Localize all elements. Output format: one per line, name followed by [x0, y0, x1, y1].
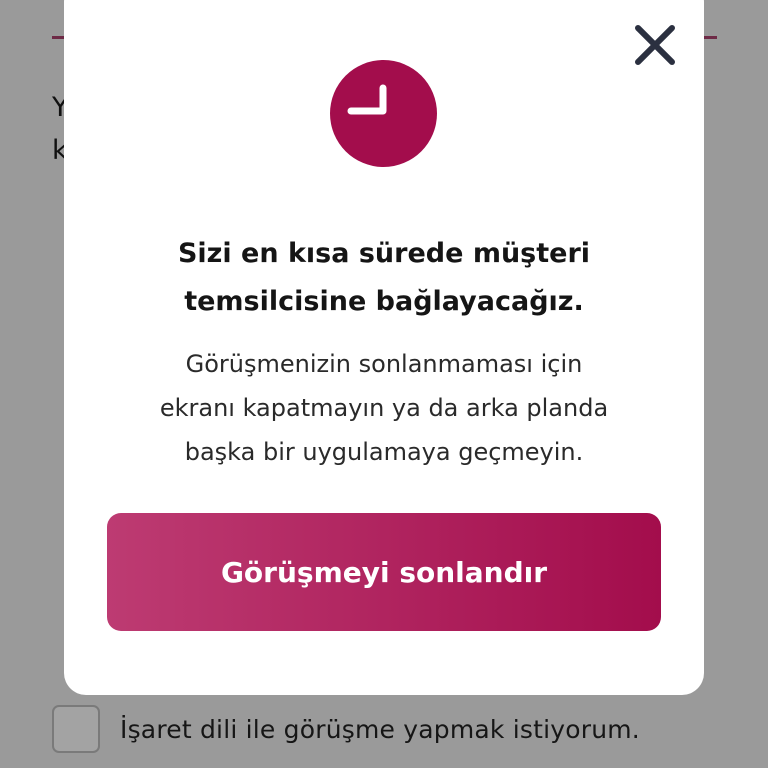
dialog-message-line-1: Görüşmenizin sonlanmaması için — [185, 350, 583, 378]
dialog-title-line-2: temsilcisine bağlayacağız. — [184, 286, 584, 317]
sign-language-option[interactable]: İşaret dili ile görüşme yapmak istiyorum… — [52, 702, 640, 756]
end-call-button[interactable]: Görüşmeyi sonlandır — [107, 513, 661, 631]
dialog-message-line-2: ekranı kapatmayın ya da arka planda — [159, 394, 609, 422]
dialog-title: Sizi en kısa sürede müşteri temsilcisine… — [124, 230, 644, 326]
screen: Y k İşaret dili ile görüşme yapmak istiy… — [0, 0, 768, 768]
dialog-message: Görüşmenizin sonlanmaması için ekranı ka… — [109, 342, 659, 474]
dialog-title-line-1: Sizi en kısa sürede müşteri — [177, 238, 591, 269]
dialog-message-line-3: başka bir uygulamaya geçmeyin. — [184, 438, 584, 466]
close-button[interactable] — [630, 20, 680, 70]
clock-icon — [330, 60, 437, 167]
sign-language-checkbox-label: İşaret dili ile görüşme yapmak istiyorum… — [120, 714, 640, 744]
sign-language-checkbox[interactable] — [52, 705, 100, 753]
waiting-dialog: Sizi en kısa sürede müşteri temsilcisine… — [64, 0, 704, 695]
end-call-button-label: Görüşmeyi sonlandır — [220, 555, 548, 589]
close-icon — [635, 25, 675, 65]
